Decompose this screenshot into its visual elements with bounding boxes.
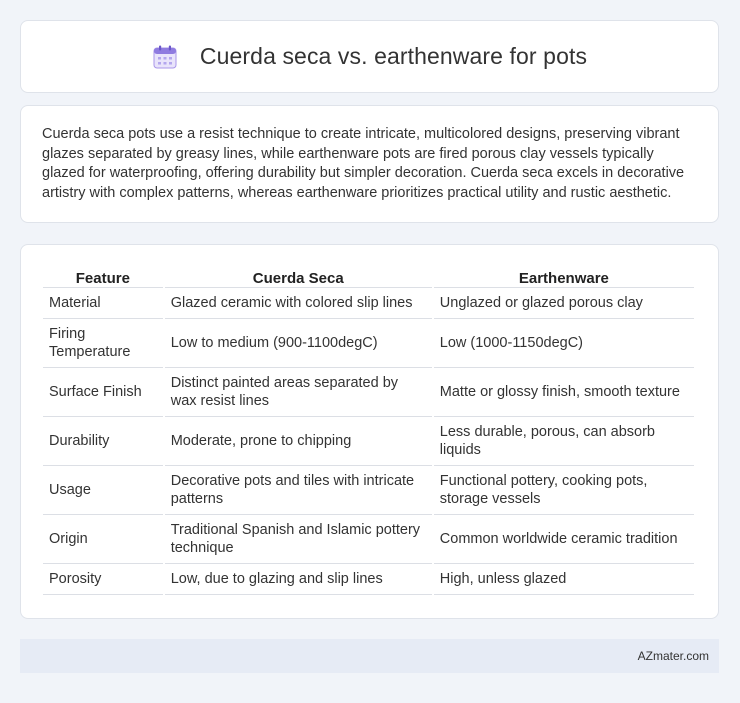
comparison-table: Feature Cuerda Seca Earthenware Material… bbox=[41, 267, 696, 595]
table-cell-feature: Firing Temperature bbox=[43, 319, 163, 368]
intro-paragraph: Cuerda seca pots use a resist technique … bbox=[42, 126, 685, 201]
title-wrap: Cuerda seca vs. earthenware for pots bbox=[152, 43, 587, 70]
table-row: Porosity Low, due to glazing and slip li… bbox=[43, 564, 694, 595]
table-cell-earthenware: Matte or glossy finish, smooth texture bbox=[433, 368, 694, 417]
table-cell-earthenware: Unglazed or glazed porous clay bbox=[433, 288, 694, 319]
table-cell-cuerda-seca: Traditional Spanish and Islamic pottery … bbox=[164, 515, 432, 564]
table-cell-earthenware: Less durable, porous, can absorb liquids bbox=[433, 417, 694, 466]
table-header-row: Feature Cuerda Seca Earthenware bbox=[43, 267, 694, 288]
table-cell-cuerda-seca: Low to medium (900-1100degC) bbox=[164, 319, 432, 368]
table-row: Durability Moderate, prone to chipping L… bbox=[43, 417, 694, 466]
page-title: Cuerda seca vs. earthenware for pots bbox=[199, 43, 588, 69]
table-cell-feature: Material bbox=[43, 288, 163, 319]
table-cell-cuerda-seca: Low, due to glazing and slip lines bbox=[164, 564, 432, 595]
title-card: Cuerda seca vs. earthenware for pots bbox=[20, 20, 719, 93]
calendar-icon bbox=[152, 44, 178, 70]
table-cell-cuerda-seca: Distinct painted areas separated by wax … bbox=[164, 368, 432, 417]
footer-bar: AZmater.com bbox=[20, 639, 719, 673]
table-cell-earthenware: Common worldwide ceramic tradition bbox=[433, 515, 694, 564]
table-row: Surface Finish Distinct painted areas se… bbox=[43, 368, 694, 417]
table-row: Firing Temperature Low to medium (900-11… bbox=[43, 319, 694, 368]
table-cell-earthenware: High, unless glazed bbox=[433, 564, 694, 595]
table-row: Material Glazed ceramic with colored sli… bbox=[43, 288, 694, 319]
column-header-feature: Feature bbox=[43, 267, 163, 288]
table-cell-feature: Origin bbox=[43, 515, 163, 564]
table-cell-feature: Surface Finish bbox=[43, 368, 163, 417]
footer-site-name: AZmater.com bbox=[637, 649, 709, 663]
column-header-earthenware: Earthenware bbox=[433, 267, 694, 288]
table-cell-feature: Porosity bbox=[43, 564, 163, 595]
intro-card: Cuerda seca pots use a resist technique … bbox=[20, 105, 719, 223]
column-header-cuerda-seca: Cuerda Seca bbox=[164, 267, 432, 288]
table-cell-earthenware: Low (1000-1150degC) bbox=[433, 319, 694, 368]
table-cell-cuerda-seca: Decorative pots and tiles with intricate… bbox=[164, 466, 432, 515]
table-cell-earthenware: Functional pottery, cooking pots, storag… bbox=[433, 466, 694, 515]
table-cell-cuerda-seca: Glazed ceramic with colored slip lines bbox=[164, 288, 432, 319]
table-cell-feature: Durability bbox=[43, 417, 163, 466]
comparison-table-card: Feature Cuerda Seca Earthenware Material… bbox=[20, 244, 719, 619]
table-cell-cuerda-seca: Moderate, prone to chipping bbox=[164, 417, 432, 466]
table-row: Usage Decorative pots and tiles with int… bbox=[43, 466, 694, 515]
table-row: Origin Traditional Spanish and Islamic p… bbox=[43, 515, 694, 564]
table-cell-feature: Usage bbox=[43, 466, 163, 515]
